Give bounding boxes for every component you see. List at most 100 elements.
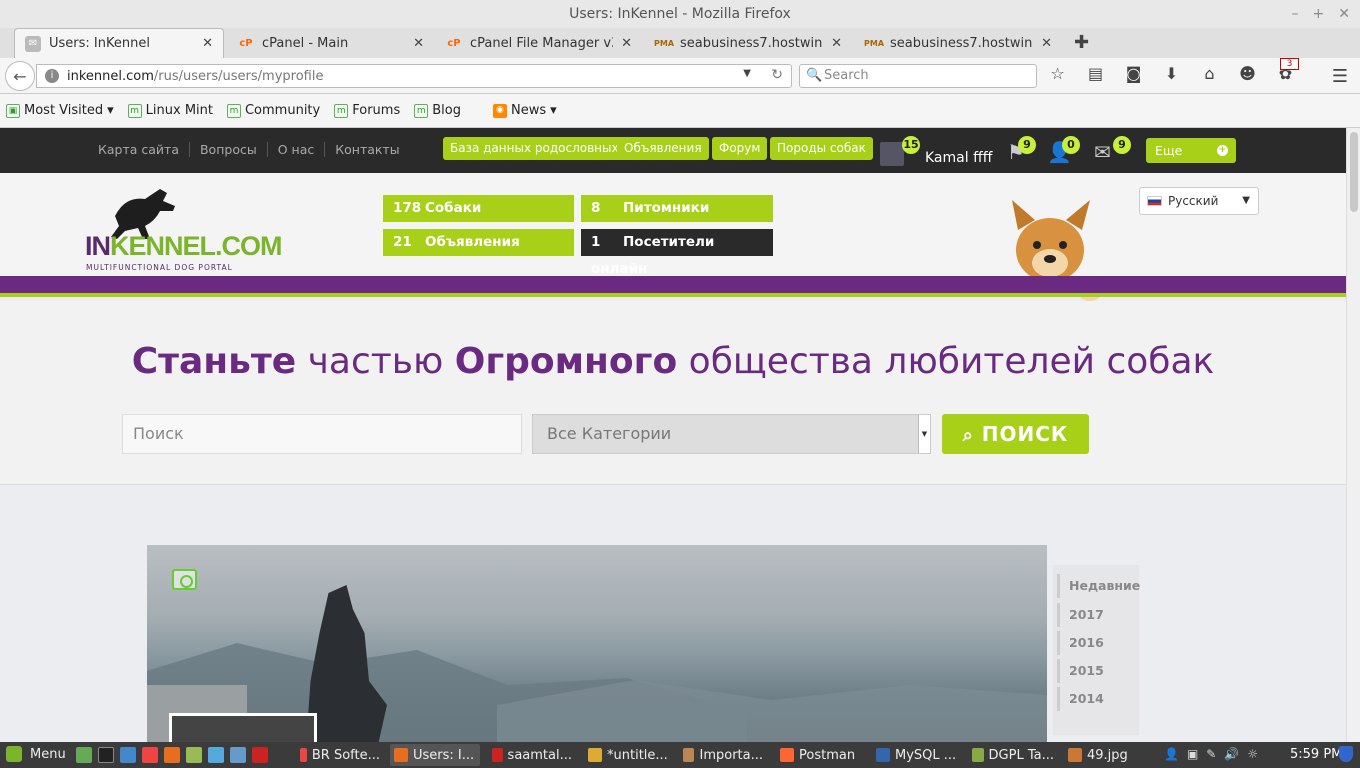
chevron-down-icon: ▼ (1242, 195, 1250, 206)
volume-icon[interactable]: 🔊 (1224, 747, 1239, 761)
tab-users-inkennel[interactable]: ✉ Users: InKennel ✕ (14, 28, 224, 58)
filezilla-icon[interactable] (252, 747, 268, 763)
close-tab-icon[interactable]: ✕ (1041, 36, 1052, 51)
start-menu-button[interactable]: Menu (6, 746, 66, 762)
mint-icon: m (334, 103, 349, 118)
download-icon[interactable]: ⬇ (1162, 64, 1181, 83)
clipboard-icon[interactable]: ▣ (1187, 747, 1198, 761)
profile-avatar[interactable] (169, 713, 317, 742)
dog-breeds-button[interactable]: Породы собак (770, 137, 873, 160)
reload-icon[interactable]: ↻ (771, 67, 783, 83)
addon-icon[interactable]: ✿ 3 (1276, 58, 1299, 83)
taskbar-app[interactable]: 49.jpg (1064, 744, 1154, 766)
close-tab-icon[interactable]: ✕ (413, 36, 424, 51)
tab-cpanel-main[interactable]: cP cPanel - Main ✕ (228, 28, 434, 58)
virtualbox-icon[interactable] (230, 747, 246, 763)
chrome-icon[interactable] (142, 747, 158, 763)
menu-icon[interactable]: ☰ (1332, 66, 1348, 87)
language-select[interactable]: Русский ▼ (1139, 187, 1259, 215)
search-input[interactable]: 🔍 Search (799, 64, 1037, 88)
site-search-button[interactable]: ⌕ поиск (942, 414, 1089, 454)
app-label: BR Softe... (311, 747, 380, 763)
terminal-icon[interactable] (98, 747, 114, 763)
maximize-icon[interactable]: + (1313, 0, 1325, 28)
pocket-icon[interactable]: ◙ (1124, 64, 1143, 83)
taskbar-app[interactable]: BR Softe... (296, 744, 384, 766)
camera-icon[interactable] (172, 569, 197, 590)
taskbar-app[interactable]: *untitle... (584, 744, 672, 766)
scrollbar-thumb[interactable] (1350, 132, 1358, 212)
year-recent[interactable]: Недавние (1057, 574, 1140, 598)
new-tab-icon[interactable]: ✚ (1074, 32, 1089, 53)
files-icon[interactable] (186, 747, 202, 763)
minimize-icon[interactable]: – (1292, 0, 1299, 28)
stat-kennels[interactable]: 8 Питомники (581, 195, 773, 222)
url-bar[interactable]: i inkennel.com/rus/users/users/myprofile… (36, 64, 792, 88)
site-header: INKENNEL.COM MULTIFUNCTIONAL DOG PORTAL … (0, 173, 1346, 301)
bookmark-community[interactable]: m Community (226, 103, 320, 118)
hero-heading-strong-2: Огромного (454, 341, 678, 382)
pen-icon[interactable]: ✎ (1206, 747, 1216, 761)
bookmark-news[interactable]: ◉ News ▾ (492, 103, 557, 118)
user-icon[interactable]: 👤 (1164, 747, 1179, 761)
home-icon[interactable]: ⌂ (1200, 64, 1219, 83)
avatar[interactable] (880, 142, 904, 166)
year-2017[interactable]: 2017 (1057, 603, 1104, 627)
year-2014[interactable]: 2014 (1057, 687, 1104, 711)
stat-dogs[interactable]: 178 Собаки (383, 195, 574, 222)
taskbar-app[interactable]: Importa... (679, 744, 767, 766)
editor-icon[interactable] (208, 747, 224, 763)
bookmark-star-icon[interactable]: ☆ (1048, 64, 1067, 83)
link-contacts[interactable]: Контакты (325, 142, 409, 157)
close-tab-icon[interactable]: ✕ (202, 36, 213, 51)
site-logo[interactable]: INKENNEL.COM MULTIFUNCTIONAL DOG PORTAL (85, 181, 282, 272)
clock[interactable]: 5:59 PM (1290, 747, 1342, 762)
close-tab-icon[interactable]: ✕ (621, 36, 632, 51)
show-desktop-icon[interactable] (76, 747, 92, 763)
taskbar: Menu BR Softe... Users: I... saamtal... … (0, 742, 1360, 768)
bookmark-most-visited[interactable]: ▣ Most Visited ▾ (6, 103, 114, 118)
page-scrollbar[interactable] (1346, 128, 1360, 742)
tab-phpmyadmin-1[interactable]: PMA seabusiness7.hostwindsd... ✕ (646, 28, 852, 58)
username[interactable]: Kamal ffff (925, 150, 992, 166)
year-2016[interactable]: 2016 (1057, 631, 1104, 655)
stat-ads[interactable]: 21 Объявления (383, 229, 574, 256)
site-search-placeholder: Поиск (133, 424, 184, 443)
shield-icon[interactable] (1339, 746, 1353, 762)
taskbar-app[interactable]: Postman (776, 744, 866, 766)
chat-icon[interactable]: ☻ (1238, 64, 1257, 83)
mail-icon[interactable]: ✉ (1094, 140, 1111, 164)
stat-online[interactable]: 1 Посетители онлайн (581, 229, 773, 277)
taskbar-app[interactable]: Users: I... (390, 744, 480, 766)
link-sitemap[interactable]: Карта сайта (88, 142, 190, 157)
bookmark-linux-mint[interactable]: m Linux Mint (127, 103, 213, 118)
browser-icon[interactable] (120, 747, 136, 763)
taskbar-app[interactable]: saamtal... (488, 744, 576, 766)
bookmark-forums[interactable]: m Forums (334, 103, 400, 118)
taskbar-app[interactable]: MySQL ... (872, 744, 962, 766)
close-tab-icon[interactable]: ✕ (831, 36, 842, 51)
close-window-icon[interactable]: ✕ (1338, 0, 1350, 28)
firefox-icon[interactable] (164, 747, 180, 763)
more-button[interactable]: Еще + (1146, 138, 1236, 163)
back-button[interactable]: ← (5, 61, 35, 91)
stat-value: 1 (591, 234, 601, 250)
messages-badge: 9 (1113, 136, 1131, 154)
ads-button[interactable]: Объявления (617, 137, 709, 160)
tab-cpanel-file-manager[interactable]: cP cPanel File Manager v3 ✕ (436, 28, 642, 58)
bookmark-blog[interactable]: m Blog (414, 103, 461, 118)
category-select[interactable]: Все Категории ▼ (532, 414, 931, 454)
link-questions[interactable]: Вопросы (190, 142, 268, 157)
taskbar-app[interactable]: DGPL Ta... (968, 744, 1058, 766)
forum-button[interactable]: Форум (712, 137, 768, 160)
url-dropdown-icon[interactable]: ▼ (743, 68, 751, 79)
site-info-icon[interactable]: i (45, 69, 59, 83)
pedigree-database-button[interactable]: База данных родословных (443, 137, 626, 160)
tab-phpmyadmin-2[interactable]: PMA seabusiness7.hostwindsd... ✕ (856, 28, 1062, 58)
link-about[interactable]: О нас (268, 142, 326, 157)
phpmyadmin-icon: PMA (654, 38, 675, 48)
year-2015[interactable]: 2015 (1057, 659, 1104, 683)
brightness-icon[interactable]: ☼ (1247, 747, 1258, 761)
site-search-input[interactable]: Поиск (122, 414, 522, 454)
reading-list-icon[interactable]: ▤ (1086, 64, 1105, 83)
